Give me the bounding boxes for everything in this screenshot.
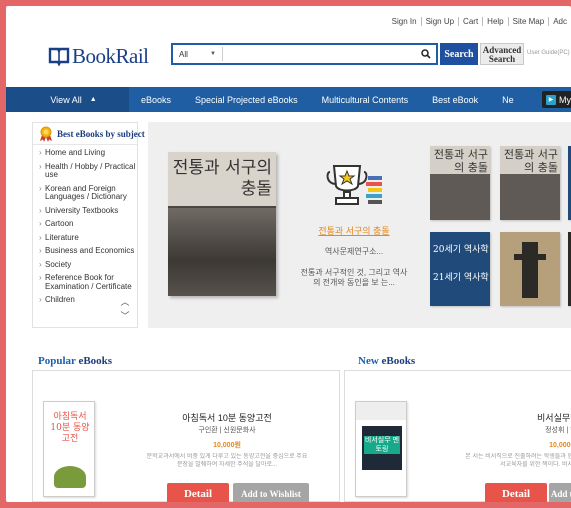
popular-book-author: 구인환 | 신원문화사	[198, 427, 256, 434]
thumb-title: 20세기 역사학 21세기 역사학	[433, 245, 489, 283]
advanced-search-button[interactable]: Advanced Search	[480, 43, 524, 65]
popular-book-description-1: 문학교과서에서 비중 있게 다루고 있는 동양고전을 중심으로 주요	[146, 454, 308, 460]
chevron-down-icon[interactable]: ﹀	[119, 311, 131, 321]
featured-book-author: 역사문제연구소...	[324, 247, 384, 256]
thumbnail-book-1[interactable]: 전통과 서구의 충돌	[430, 146, 490, 220]
cart-link[interactable]: Cart	[458, 17, 482, 26]
arrow-right-icon: ▶	[546, 94, 556, 105]
featured-book-cover[interactable]: 전통과 서구의 충돌	[168, 152, 276, 296]
subject-item-health-hobby[interactable]: Health / Hobby / Practical use	[39, 162, 137, 180]
trophy-icon	[324, 158, 384, 208]
search-scope-value: All	[179, 49, 188, 59]
browser-frame: Sign In Sign Up Cart Help Site Map Adc B…	[6, 6, 571, 502]
utility-links: Sign In Sign Up Cart Help Site Map Adc	[388, 17, 571, 26]
triangle-up-icon: ▲	[89, 96, 97, 103]
popular-book-price: 10,000원	[213, 442, 241, 449]
featured-book-description: 전통과 서구적인 것, 그리고 역사의 전개와 동인을 보 는...	[300, 268, 408, 287]
medal-icon	[39, 126, 53, 142]
popular-ebooks-heading: Popular eBooks	[38, 355, 112, 367]
my-menu-button[interactable]: ▶ My	[542, 91, 571, 108]
search-icon[interactable]	[418, 46, 434, 62]
new-ebooks-heading: New eBooks	[358, 355, 415, 367]
subject-item-society[interactable]: Society	[39, 260, 137, 270]
featured-cover-title: 전통과 서구의 충돌	[172, 158, 272, 199]
sign-up-link[interactable]: Sign Up	[420, 17, 458, 26]
popular-heading-accent: Popular	[38, 355, 76, 367]
subject-item-university-textbooks[interactable]: University Textbooks	[39, 206, 137, 216]
cover-header	[356, 402, 406, 420]
subject-item-literature[interactable]: Literature	[39, 233, 137, 243]
new-heading-accent: New	[358, 355, 379, 367]
popular-cover-title: 아침독서 10분 동양고전	[50, 412, 90, 444]
subject-item-languages[interactable]: Korean and Foreign Languages / Dictionar…	[39, 184, 137, 202]
best-ebooks-by-subject-panel: Best eBooks by subject Home and Living H…	[32, 122, 145, 328]
logo[interactable]: BookRail	[48, 42, 149, 70]
thumbnail-book-2[interactable]: 전통과 서구의 충돌	[500, 146, 560, 220]
thumb-tower-image	[522, 242, 538, 298]
new-ebooks-box: 비서실무 멘토링 비서실무멘토링 정성휘 | 한올 10,000원 본 서는 비…	[344, 370, 571, 502]
subject-item-cartoon[interactable]: Cartoon	[39, 219, 137, 229]
search-box: All ▼	[171, 43, 438, 65]
popular-book-cover[interactable]: 아침독서 10분 동양고전	[43, 401, 95, 497]
featured-book-title[interactable]: 전통과 서구의 충돌	[298, 224, 410, 237]
popular-add-to-wishlist-button[interactable]: Add to Wishlist	[233, 483, 309, 502]
my-menu-label: My	[559, 94, 571, 105]
help-link[interactable]: Help	[482, 17, 507, 26]
caret-down-icon: ▼	[210, 51, 216, 57]
new-cover-title: 비서실무 멘토링	[364, 436, 400, 454]
search-input[interactable]	[223, 46, 418, 62]
main-nav: View All ▲ eBooks Special Projected eBoo…	[6, 87, 571, 112]
thumbnail-book-3[interactable]: 20세기 역사학 21세기 역사학	[430, 232, 490, 306]
nav-special-projected-ebooks[interactable]: Special Projected eBooks	[183, 95, 310, 105]
thumbnail-book-4[interactable]	[500, 232, 560, 306]
thumb-tower-image	[514, 254, 546, 260]
new-book-description-1: 본 서는 비서직으로 진출하려는 학생들과 현	[465, 454, 571, 460]
new-book-title[interactable]: 비서실무멘토링	[415, 411, 571, 424]
subject-item-home-living[interactable]: Home and Living	[39, 148, 137, 158]
popular-detail-button[interactable]: Detail	[167, 483, 229, 502]
utility-bar: Sign In Sign Up Cart Help Site Map Adc	[6, 6, 571, 38]
subject-list: Home and Living Health / Hobby / Practic…	[33, 145, 137, 305]
new-add-to-wishlist-button[interactable]: Add to	[549, 483, 571, 502]
nav-new-truncated[interactable]: Ne	[490, 95, 526, 105]
popular-heading-rest: eBooks	[75, 355, 113, 367]
thumb-title: 전통과 서구의 충돌	[433, 148, 488, 174]
nav-multicultural-contents[interactable]: Multicultural Contents	[310, 95, 421, 105]
popular-book-title[interactable]: 아침독서 10분 동양고전	[113, 411, 341, 424]
popular-book-description-2: 문장을 발췌하여 자세한 주석을 달아로...	[177, 462, 277, 468]
subject-item-reference-book[interactable]: Reference Book for Examination / Certifi…	[39, 273, 137, 291]
search-button[interactable]: Search	[440, 43, 478, 65]
add-link-truncated[interactable]: Adc	[548, 17, 571, 26]
cover-photo	[168, 208, 276, 296]
search-scope-select[interactable]: All ▼	[173, 47, 223, 61]
subject-panel-header: Best eBooks by subject	[33, 123, 145, 145]
user-guide-link[interactable]: User Guide(PC)	[527, 50, 570, 56]
book-logo-icon	[48, 46, 70, 67]
new-book-description-2: 서교육자를 위한 책이다. 비서	[500, 462, 571, 468]
popular-ebooks-box: 아침독서 10분 동양고전 아침독서 10분 동양고전 구인환 | 신원문화사 …	[32, 370, 340, 502]
subject-panel-title: Best eBooks by subject	[57, 129, 145, 139]
logo-text: BookRail	[72, 43, 149, 68]
advanced-search-label-2: Search	[488, 54, 516, 64]
nav-ebooks[interactable]: eBooks	[129, 95, 183, 105]
new-book-cover[interactable]: 비서실무 멘토링	[355, 401, 407, 497]
subject-title-rest: by subject	[103, 128, 145, 139]
nav-best-ebook[interactable]: Best eBook	[420, 95, 490, 105]
site-map-link[interactable]: Site Map	[507, 17, 549, 26]
new-detail-button[interactable]: Detail	[485, 483, 547, 502]
chevron-up-icon[interactable]: ︿	[119, 297, 131, 307]
new-book-price: 10,000원	[549, 442, 571, 449]
featured-ebook-panel: 전통과 서구의 충돌 전통과 서구의 충돌 역사문제연구소... 전통과 서구적…	[148, 122, 571, 328]
subject-item-business-economics[interactable]: Business and Economics	[39, 246, 137, 256]
view-all-menu[interactable]: View All ▲	[6, 87, 129, 112]
thumb-title: 전통과 서구의 충돌	[503, 148, 558, 174]
new-book-author: 정성휘 | 한올	[545, 427, 571, 434]
new-heading-rest: eBooks	[378, 355, 416, 367]
cover-illustration	[54, 466, 86, 488]
subject-title-accent: Best eBooks	[57, 128, 104, 139]
sign-in-link[interactable]: Sign In	[388, 17, 421, 26]
view-all-label: View All	[50, 94, 82, 105]
